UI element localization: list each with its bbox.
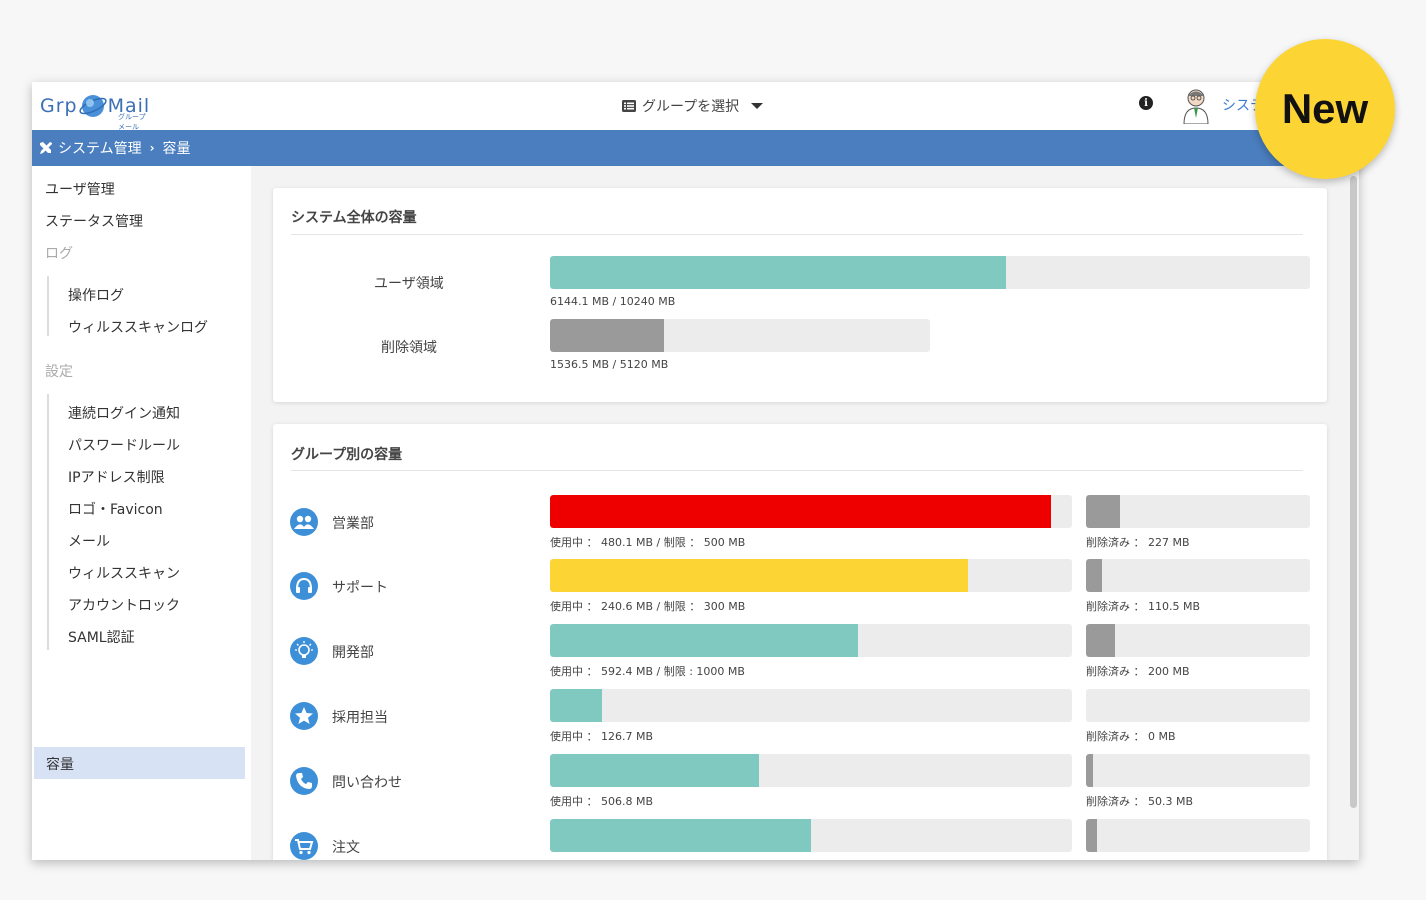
sidebar-item-status[interactable]: ステータス管理 <box>45 211 143 231</box>
cart-icon <box>290 832 318 860</box>
avatar[interactable] <box>1180 86 1212 124</box>
deleted-bar <box>1086 624 1310 657</box>
group-name: 開発部 <box>332 645 374 661</box>
user-area-label: ユーザ領域 <box>374 276 444 292</box>
sidebar-divider <box>47 276 49 336</box>
usage-caption: 使用中 ： 506.8 MB <box>550 795 654 808</box>
group-select-label: グループを選択 <box>642 99 740 115</box>
user-area-bar <box>550 256 1310 289</box>
user-area-caption: 6144.1 MB / 10240 MB <box>550 295 676 308</box>
deleted-area-bar-fill <box>550 319 665 352</box>
breadcrumb-root[interactable]: システム管理 <box>58 138 142 158</box>
tools-icon <box>40 142 52 154</box>
system-capacity-card: システム全体の容量 ユーザ領域 6144.1 MB / 10240 MB 削除領… <box>273 188 1327 402</box>
main-content: システム全体の容量 ユーザ領域 6144.1 MB / 10240 MB 削除領… <box>251 166 1359 860</box>
sidebar-item-virus-scan[interactable]: ウィルススキャン <box>68 563 180 583</box>
new-badge: New <box>1255 39 1395 179</box>
deleted-caption: 削除済み ： 0 MB <box>1086 730 1176 743</box>
deleted-bar-fill <box>1086 819 1098 852</box>
info-icon[interactable]: i <box>1139 96 1153 110</box>
card-divider <box>291 470 1303 471</box>
sidebar-item-mail[interactable]: メール <box>68 531 110 551</box>
card-divider <box>291 234 1303 235</box>
breadcrumb: システム管理 › 容量 <box>32 130 1359 166</box>
caret-down-icon <box>751 103 764 109</box>
deleted-bar-fill <box>1086 754 1093 787</box>
sidebar-item-account-lock[interactable]: アカウントロック <box>68 595 180 615</box>
deleted-area-label: 削除領域 <box>381 340 437 356</box>
deleted-caption: 削除済み ： 110.5 MB <box>1086 600 1201 613</box>
breadcrumb-current: 容量 <box>162 141 191 157</box>
usage-bar <box>550 495 1072 528</box>
sidebar-heading-log: ログ <box>45 246 73 262</box>
app-logo[interactable]: Grp Mail グループメール <box>40 90 150 131</box>
sidebar-item-capacity[interactable]: 容量 <box>34 747 245 779</box>
deleted-bar-fill <box>1086 559 1102 592</box>
sidebar-item-saml[interactable]: SAML認証 <box>68 627 135 647</box>
card-title: グループ別の容量 <box>291 447 403 463</box>
sidebar-item-ip-restrict[interactable]: IPアドレス制限 <box>68 467 165 487</box>
deleted-area-bar <box>550 319 930 352</box>
group-capacity-card: グループ別の容量 営業部 使用中 ： 480.1 MB / 制限 ： 500 M… <box>273 424 1327 860</box>
globe-icon <box>78 95 107 117</box>
usage-bar-fill <box>550 754 759 787</box>
deleted-caption: 削除済み ： 227 MB <box>1086 536 1190 549</box>
usage-bar-fill <box>550 559 968 592</box>
sidebar-item-label: 容量 <box>46 757 74 773</box>
usage-bar <box>550 689 1072 722</box>
deleted-bar-fill <box>1086 495 1120 528</box>
deleted-bar <box>1086 495 1310 528</box>
list-icon <box>622 100 636 112</box>
sidebar-item-operation-log[interactable]: 操作ログ <box>68 285 124 305</box>
usage-bar-fill <box>550 624 858 657</box>
top-bar: Grp Mail グループメール グループを選択 i システ <box>32 82 1359 131</box>
sidebar-item-logo-favicon[interactable]: ロゴ・Favicon <box>68 499 163 519</box>
group-select-dropdown[interactable]: グループを選択 <box>622 94 764 118</box>
group-name: 採用担当 <box>332 710 388 726</box>
group-name: 営業部 <box>332 516 374 532</box>
sidebar-item-login-notify[interactable]: 連続ログイン通知 <box>68 403 180 423</box>
group-name: 注文 <box>332 840 360 856</box>
usage-bar <box>550 624 1072 657</box>
group-name: 問い合わせ <box>332 775 402 791</box>
usage-bar-fill <box>550 689 603 722</box>
lightbulb-icon <box>290 637 318 665</box>
usage-caption: 使用中 ： 592.4 MB / 制限 : 1000 MB <box>550 665 745 678</box>
deleted-caption: 削除済み ： 50.3 MB <box>1086 795 1194 808</box>
sidebar: ユーザ管理 ステータス管理 ログ 操作ログ ウィルススキャンログ 設定 連続ログ… <box>32 166 251 860</box>
usage-bar-fill <box>550 495 1052 528</box>
sidebar-divider <box>47 394 49 650</box>
group-people-icon <box>290 508 318 536</box>
deleted-bar <box>1086 819 1310 852</box>
chevron-right-icon: › <box>149 141 155 155</box>
usage-caption: 使用中 ： 240.6 MB / 制限 ： 300 MB <box>550 600 746 613</box>
usage-caption: 使用中 ： 480.1 MB / 制限 ： 500 MB <box>550 536 746 549</box>
deleted-bar-fill <box>1086 624 1116 657</box>
deleted-area-caption: 1536.5 MB / 5120 MB <box>550 358 669 371</box>
phone-icon <box>290 767 318 795</box>
vertical-scrollbar[interactable] <box>1350 176 1357 808</box>
deleted-caption: 削除済み ： 200 MB <box>1086 665 1190 678</box>
deleted-bar <box>1086 754 1310 787</box>
usage-caption: 使用中 ： 126.7 MB <box>550 730 654 743</box>
star-icon <box>290 702 318 730</box>
sidebar-item-password-rule[interactable]: パスワードルール <box>68 435 180 455</box>
group-name: サポート <box>332 580 388 596</box>
deleted-bar <box>1086 689 1310 722</box>
usage-bar <box>550 819 1072 852</box>
usage-bar <box>550 754 1072 787</box>
sidebar-heading-settings: 設定 <box>45 364 73 380</box>
deleted-bar <box>1086 559 1310 592</box>
sidebar-item-virus-log[interactable]: ウィルススキャンログ <box>68 317 208 337</box>
app-window: Grp Mail グループメール グループを選択 i システ システム管理 › … <box>32 82 1359 860</box>
logo-subtitle: グループメール <box>118 113 146 131</box>
usage-bar <box>550 559 1072 592</box>
card-title: システム全体の容量 <box>291 210 417 226</box>
usage-bar-fill <box>550 819 811 852</box>
headset-icon <box>290 572 318 600</box>
sidebar-item-users[interactable]: ユーザ管理 <box>45 179 115 199</box>
logo-text-left: Grp <box>40 95 78 117</box>
user-area-bar-fill <box>550 256 1006 289</box>
